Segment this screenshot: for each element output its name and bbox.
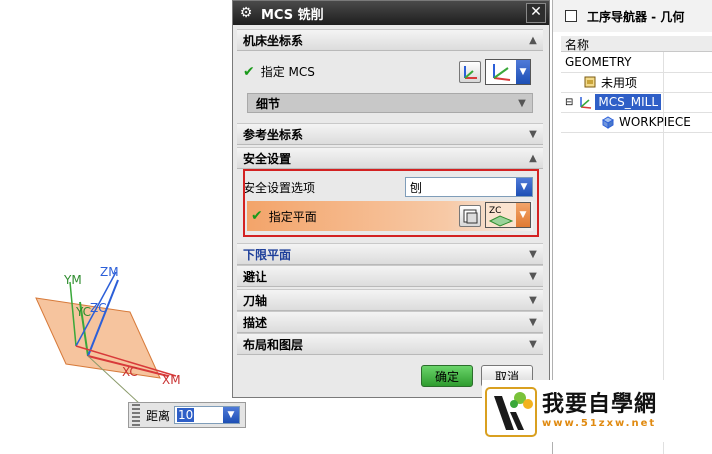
specify-mcs-row: ✔ 指定 MCS [243,63,315,80]
workpiece-icon [602,116,614,129]
logo-mark-icon [485,387,537,437]
chevron-down-icon[interactable]: ▼ [223,407,240,423]
section-reference-csys[interactable]: 参考坐标系 ▼ [237,123,543,145]
details-subsection[interactable]: 细节 ▼ [247,93,533,113]
distance-value: 10 [177,408,195,422]
watermark-url: www.51zxw.net [542,418,657,429]
csys-method-icon [493,64,511,81]
gear-icon[interactable]: ⚙ [237,4,255,22]
section-tool-axis[interactable]: 刀轴 ▼ [237,289,543,311]
csys-dialog-button[interactable] [459,61,481,83]
distance-input[interactable]: 10 ▼ [174,406,241,424]
chevron-up-icon: ▲ [529,34,537,46]
axis-label-xm: XM [162,373,181,387]
section-clearance[interactable]: 安全设置 ▲ [237,147,543,169]
watermark-text: 我要自學網 [542,392,658,417]
distance-toolbar: 距离 10 ▼ [128,402,246,428]
csys-icon [464,66,477,79]
collapse-icon[interactable]: ⊟ [565,97,573,108]
chevron-down-icon: ▼ [529,294,537,306]
dialog-titlebar: ⚙ MCS 铣削 ✕ [233,1,549,25]
chevron-down-icon: ▼ [518,97,526,109]
section-description[interactable]: 描述 ▼ [237,311,543,333]
ok-button[interactable]: 确定 [421,365,473,387]
specify-mcs-label: 指定 MCS [260,65,315,79]
dialog-title: MCS 铣削 [261,7,324,23]
mcs-method-combo[interactable]: ▼ [485,59,531,85]
navigator-titlebar: 工序导航器 - 几何 [553,0,712,32]
section-layout-layer[interactable]: 布局和图层 ▼ [237,333,543,355]
axis-label-yc: YC [75,305,91,319]
tree-item-unused[interactable]: 未用项 [561,72,712,92]
chevron-down-icon: ▼ [529,128,537,140]
distance-label: 距离 [146,408,171,423]
graphics-viewport[interactable]: YM ZM YC ZC XC XM [0,0,232,454]
tree-item-geometry[interactable]: GEOMETRY [561,52,712,72]
toolbar-grip-handle[interactable] [132,404,140,426]
mcs-mill-dialog: ⚙ MCS 铣削 ✕ 机床坐标系 ▲ ✔ 指定 MCS ▼ 细节 ▼ 参考坐标系… [232,0,550,398]
chevron-down-icon: ▼ [529,248,537,260]
folder-icon [584,76,596,88]
chevron-down-icon: ▼ [529,316,537,328]
chevron-down-icon: ▼ [529,270,537,282]
tree-item-workpiece[interactable]: WORKPIECE [561,112,712,132]
highlight-box [243,169,539,237]
section-avoidance[interactable]: 避让 ▼ [237,265,543,287]
axis-label-ym: YM [63,273,82,287]
csys-icon [580,97,592,109]
row-divider [561,132,712,133]
section-machine-csys[interactable]: 机床坐标系 ▲ [237,29,543,51]
chevron-down-icon: ▼ [529,338,537,350]
chevron-up-icon: ▲ [529,152,537,164]
csys-triad: YM ZM YC ZC XC XM [35,265,181,405]
column-header-name[interactable]: 名称 [561,36,712,52]
chevron-down-icon[interactable]: ▼ [516,60,530,84]
axis-label-zm: ZM [100,265,119,279]
pin-icon[interactable] [565,10,577,22]
section-lower-limit-plane[interactable]: 下限平面 ▼ [237,243,543,265]
watermark-logo: 我要自學網 www.51zxw.net [482,380,712,442]
axis-label-xc: XC [122,365,138,379]
navigator-title: 工序导航器 - 几何 [587,9,685,24]
axis-label-zc: ZC [90,301,107,315]
tree-item-mcs-mill[interactable]: ⊟ MCS_MILL [561,92,712,112]
close-icon[interactable]: ✕ [526,3,546,23]
check-icon: ✔ [243,63,255,80]
